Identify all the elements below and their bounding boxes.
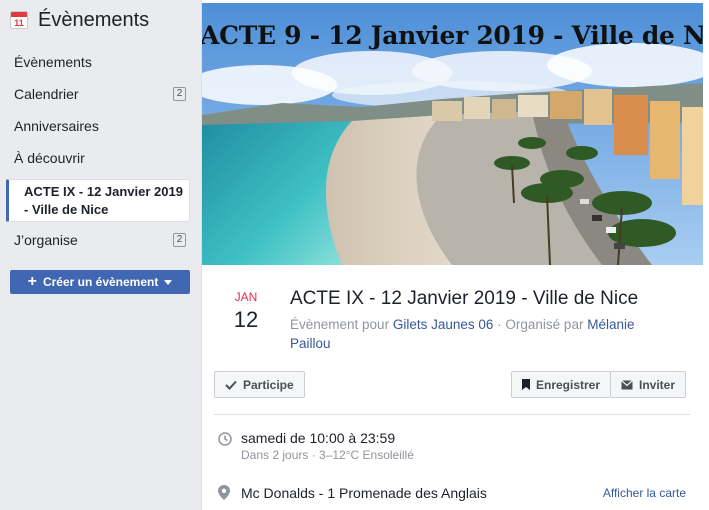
sidebar-item-hosting[interactable]: J’organise 2 <box>6 228 190 252</box>
sidebar-item-discover[interactable]: À découvrir <box>6 146 190 170</box>
event-card: ACTE 9 - 12 Janvier 2019 - Ville de Nice… <box>201 0 709 510</box>
organized-by-prefix: · Organisé par <box>497 317 584 332</box>
sidebar-item-label: J’organise <box>14 232 78 248</box>
envelope-icon <box>621 379 633 389</box>
check-icon <box>225 380 237 390</box>
sidebar-item-label: ACTE IX - 12 Janvier 2019 - Ville de Nic… <box>24 184 183 217</box>
event-time-row: samedi de 10:00 à 23:59 Dans 2 jours · 3… <box>214 428 690 468</box>
create-event-button[interactable]: + Créer un évènement <box>10 270 190 294</box>
save-label: Enregistrer <box>536 377 601 392</box>
participate-button[interactable]: Participe <box>214 371 305 398</box>
invite-button[interactable]: Inviter <box>611 371 687 398</box>
sidebar-item-label: Évènements <box>14 54 92 70</box>
event-day: 12 <box>233 307 259 332</box>
sidebar-item-calendar[interactable]: Calendrier 2 <box>6 82 190 106</box>
create-event-label: Créer un évènement <box>42 275 159 289</box>
event-location-row: Mc Donalds - 1 Promenade des Anglais Aff… <box>214 482 690 506</box>
caret-down-icon <box>164 279 173 285</box>
divider <box>214 414 690 415</box>
left-sidebar: 11 Évènements Évènements Calendrier 2 An… <box>0 0 200 510</box>
sidebar-header: 11 Évènements <box>10 8 149 32</box>
event-subtitle: Évènement pour Gilets Jaunes 06 · Organi… <box>290 315 670 353</box>
save-button[interactable]: Enregistrer <box>511 371 612 398</box>
calendar-icon: 11 <box>10 11 28 29</box>
cover-photo[interactable]: ACTE 9 - 12 Janvier 2019 - Ville de Nice <box>202 3 703 265</box>
count-badge: 2 <box>173 87 186 101</box>
sidebar-item-birthdays[interactable]: Anniversaires <box>6 114 190 138</box>
participate-label: Participe <box>243 377 294 392</box>
group-link[interactable]: Gilets Jaunes 06 <box>393 317 494 332</box>
clock-icon <box>218 432 232 446</box>
sidebar-item-label: Anniversaires <box>14 118 99 134</box>
invite-label: Inviter <box>639 377 676 392</box>
bookmark-icon <box>522 379 530 390</box>
event-location[interactable]: Mc Donalds - 1 Promenade des Anglais <box>241 485 487 501</box>
sidebar-title[interactable]: Évènements <box>38 9 149 32</box>
location-pin-icon <box>218 485 230 500</box>
show-map-link[interactable]: Afficher la carte <box>603 486 686 500</box>
cover-title: ACTE 9 - 12 Janvier 2019 - Ville de Nice <box>202 21 703 50</box>
event-for-prefix: Évènement pour <box>290 317 390 332</box>
event-title: ACTE IX - 12 Janvier 2019 - Ville de Nic… <box>290 288 639 309</box>
event-time: samedi de 10:00 à 23:59 <box>241 430 396 446</box>
event-date: JAN 12 <box>222 290 270 333</box>
sidebar-item-events[interactable]: Évènements <box>6 50 190 74</box>
plus-icon: + <box>27 273 37 290</box>
sidebar-item-current-event[interactable]: ACTE IX - 12 Janvier 2019 - Ville de Nic… <box>6 179 190 222</box>
event-time-detail: Dans 2 jours · 3–12°C Ensoleillé <box>241 448 414 462</box>
sidebar-item-label: À découvrir <box>14 150 85 166</box>
count-badge: 2 <box>173 233 186 247</box>
sidebar-item-label: Calendrier <box>14 86 79 102</box>
event-month: JAN <box>234 290 258 304</box>
